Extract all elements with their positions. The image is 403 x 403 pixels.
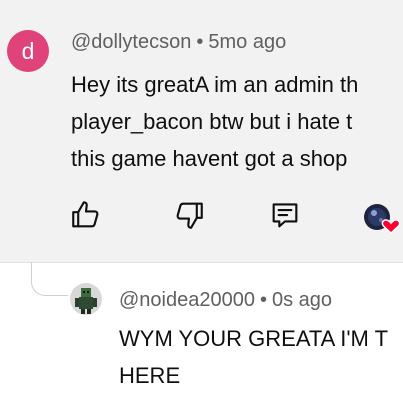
comment-line: Hey its greatA im an admin th	[71, 72, 359, 97]
reply-author-handle[interactable]: @noidea20000	[119, 289, 255, 311]
reply-button[interactable]	[268, 198, 302, 232]
comment-card: d @dollytecson • 5mo ago Hey its greatA im…	[0, 0, 403, 263]
thumbs-up-icon	[72, 201, 99, 228]
reply-icon	[272, 203, 298, 228]
reply-time: 0s ago	[272, 289, 333, 311]
author-handle[interactable]: @dollytecson	[71, 31, 191, 53]
comment-meta: @dollytecson • 5mo ago	[71, 31, 286, 54]
reply-meta: @noidea20000 • 0s ago	[119, 289, 332, 312]
reply-line: WYM YOUR GREATA I'M T	[119, 326, 389, 351]
meta-separator: •	[196, 31, 204, 53]
reply-line: HERE	[119, 363, 181, 388]
like-button[interactable]	[69, 198, 103, 232]
roblox-avatar-icon	[70, 283, 102, 315]
comment-line: this game havent got a shop	[71, 146, 348, 171]
comment-time: 5mo ago	[208, 31, 287, 53]
meta-separator: •	[259, 289, 267, 311]
thread-connector-line	[31, 262, 68, 296]
reply-text: WYM YOUR GREATA I'M T HERE	[119, 320, 403, 394]
comment-line: player_bacon btw but i hate t	[71, 109, 353, 134]
thumbs-down-icon	[176, 202, 203, 229]
author-avatar[interactable]: d	[7, 30, 49, 72]
creator-heart-icon	[364, 204, 401, 235]
creator-heart-badge	[362, 198, 403, 238]
reply-author-avatar[interactable]	[70, 283, 102, 315]
comment-text: Hey its greatA im an admin th player_bac…	[71, 66, 403, 177]
dislike-button[interactable]	[172, 198, 206, 232]
